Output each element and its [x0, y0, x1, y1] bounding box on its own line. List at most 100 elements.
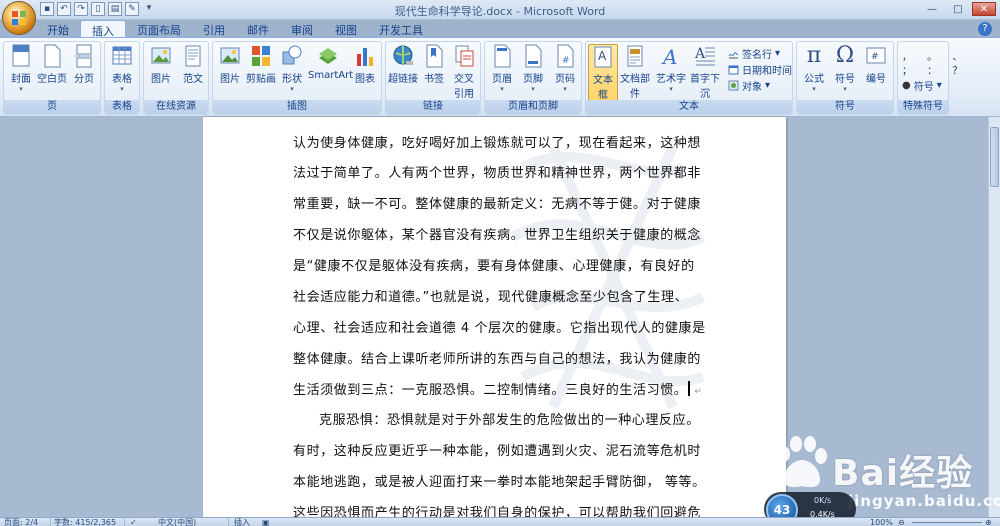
macro-record-icon[interactable]: ▣ [262, 518, 270, 526]
paragraph-mark: ↵ [694, 387, 703, 397]
group-symbols: π 公式 ▾ Ω 符号 ▾ # 编号 符号 [796, 41, 894, 115]
office-button[interactable] [2, 1, 36, 35]
page-number-icon: # [557, 44, 574, 68]
object-icon [728, 80, 739, 91]
office-logo-icon [12, 11, 26, 25]
tab-mailings[interactable]: 邮件 [236, 20, 280, 38]
special-symbol-dot-icon: ● [902, 80, 911, 91]
zoom-in-icon[interactable]: ⊕ [985, 518, 992, 526]
special-symbol-button[interactable]: ● 符号 ▾ [902, 78, 942, 93]
hyperlink-button[interactable]: 超链接 [388, 44, 418, 85]
group-label-links: 链接 [386, 100, 480, 114]
doc-line: 社会适应能力和道德。”也就是说，现代健康概念至少包含了生理、 [293, 290, 689, 305]
online-picture-button[interactable]: 图片 [146, 44, 176, 85]
svg-text:#: # [871, 52, 879, 62]
status-insert-mode[interactable]: 插入 [234, 518, 250, 526]
tab-home[interactable]: 开始 [36, 20, 80, 38]
doc-line: 整体健康。结合上课听老师所讲的东西与自己的想法，我认为健康的 [293, 352, 702, 367]
numbering-button[interactable]: # 编号 [861, 44, 891, 85]
chart-button[interactable]: 图表 [350, 44, 380, 85]
status-language[interactable]: 中文(中国) [158, 518, 196, 526]
scrollbar-thumb[interactable] [990, 127, 999, 187]
header-icon [494, 44, 511, 68]
signature-icon [728, 52, 739, 59]
close-button[interactable]: ✕ [972, 2, 996, 16]
object-button[interactable]: 对象 ▾ [728, 78, 770, 93]
text-box-button[interactable]: A 文本框▾ [588, 44, 618, 109]
symbol-button[interactable]: Ω 符号 ▾ [830, 43, 860, 94]
quick-parts-icon [627, 45, 643, 67]
template-button[interactable]: 范文 [178, 44, 208, 85]
picture-icon [220, 47, 240, 64]
group-label-special-symbols: 特殊符号 [898, 100, 948, 114]
shapes-icon [282, 45, 302, 65]
doc-line-text: 生活须做到三点：一克服恐惧。二控制情绪。三良好的生活习惯。 [293, 383, 688, 398]
signature-line-button[interactable]: 签名行 ▾ [728, 46, 780, 61]
tab-review[interactable]: 审阅 [280, 20, 324, 38]
wordart-button[interactable]: A 艺术字 ▾ [656, 44, 686, 93]
omega-icon: Ω [835, 43, 855, 68]
pi-icon: π [806, 43, 822, 68]
spell-check-icon[interactable]: ✓ [130, 518, 137, 526]
blank-page-button[interactable]: 空白页 [37, 44, 67, 85]
zoom-out-icon[interactable]: ⊖ [898, 518, 905, 526]
page-break-icon [75, 44, 93, 68]
clipart-icon [252, 46, 270, 66]
doc-line: 有时，这种反应更近乎一种本能，例如遭遇到火灾、泥石流等危机时 [293, 444, 702, 459]
special-symbol-grid-row1[interactable]: ， 。 、 [902, 48, 968, 63]
group-label-tables: 表格 [105, 100, 139, 114]
group-links: 超链接 书签 交叉 引用 链接 [385, 41, 481, 115]
status-separator [50, 518, 51, 526]
tab-view[interactable]: 视图 [324, 20, 368, 38]
footer-button[interactable]: 页脚 ▾ [518, 44, 548, 93]
minimize-button[interactable]: — [920, 2, 944, 16]
tab-references[interactable]: 引用 [192, 20, 236, 38]
chart-icon [357, 48, 373, 66]
status-separator [124, 518, 125, 526]
tab-page-layout[interactable]: 页面布局 [126, 20, 192, 38]
ribbon: 封面 ▾ 空白页 分页 页 表格 ▾ 表格 图片 范文 在线资源 图片 剪贴画 … [0, 37, 1000, 117]
status-page[interactable]: 页面: 2/4 [4, 518, 38, 526]
equation-button[interactable]: π 公式 ▾ [799, 43, 829, 94]
status-word-count[interactable]: 字数: 415/2,365 [54, 518, 116, 526]
tab-developer[interactable]: 开发工具 [368, 20, 434, 38]
group-label-pages: 页 [4, 100, 100, 114]
group-label-online: 在线资源 [144, 100, 208, 114]
doc-line: 克服恐惧：恐惧就是对于外部发生的危险做出的一种心理反应。 [319, 413, 700, 428]
date-time-button[interactable]: 日期和时间 [728, 62, 792, 77]
status-bar: 页面: 2/4 字数: 415/2,365 ✓ 中文(中国) 插入 ▣ 100%… [0, 517, 1000, 526]
header-button[interactable]: 页眉 ▾ [487, 44, 517, 93]
document-page[interactable]: 认为使身体健康，吃好喝好加上锻炼就可以了，现在看起来，这种想 法过于简单了。人有… [203, 117, 786, 517]
smartart-icon [319, 48, 337, 64]
help-icon[interactable]: ? [978, 22, 992, 36]
baidu-brand-text: Bai经验 [832, 453, 974, 494]
status-zoom-level[interactable]: 100% [870, 518, 893, 526]
smartart-button[interactable]: SmartArt [308, 44, 353, 81]
maximize-button[interactable]: □ [946, 2, 970, 16]
shapes-button[interactable]: 形状 ▾ [277, 44, 307, 93]
table-button[interactable]: 表格 ▾ [107, 44, 137, 93]
doc-line: 这些因恐惧而产生的行动是对我们自身的保护，可以帮助我们回避危 [293, 506, 702, 517]
cross-reference-button[interactable]: 交叉 引用 [449, 44, 479, 100]
svg-text:A: A [694, 46, 706, 62]
picture-button[interactable]: 图片 [215, 44, 245, 85]
cover-page-button[interactable]: 封面 ▾ [6, 44, 36, 93]
bookmark-button[interactable]: 书签 [419, 44, 449, 85]
group-pages: 封面 ▾ 空白页 分页 页 [3, 41, 101, 115]
doc-line: 常重要，缺一不可。整体健康的最新定义：无病不等于健。对于健康 [293, 197, 702, 212]
blank-page-icon [44, 44, 61, 68]
group-label-header-footer: 页眉和页脚 [485, 100, 581, 114]
calendar-icon [728, 65, 739, 75]
special-symbol-grid-row2[interactable]: ； ： ？ [902, 62, 968, 77]
page-number-button[interactable]: # 页码 ▾ [550, 44, 580, 93]
wordart-icon: A [661, 45, 677, 68]
quick-parts-button[interactable]: 文档部件▾ [620, 44, 650, 108]
zoom-slider[interactable] [912, 522, 982, 523]
clipart-button[interactable]: 剪贴画 [246, 44, 276, 85]
doc-line-with-cursor: 生活须做到三点：一克服恐惧。二控制情绪。三良好的生活习惯。 ↵ [293, 379, 703, 398]
group-text: A 文本框▾ 文档部件▾ A 艺术字▾ A 首字下沉▾ 签名行▾ 日期和时间 对… [585, 41, 793, 115]
tab-insert[interactable]: 插入 [80, 20, 126, 38]
drop-cap-button[interactable]: A 首字下沉▾ [690, 44, 720, 108]
page-break-button[interactable]: 分页 [69, 44, 99, 85]
doc-line: 心理、社会适应和社会道德 4 个层次的健康。它指出现代人的健康是 [293, 321, 706, 336]
